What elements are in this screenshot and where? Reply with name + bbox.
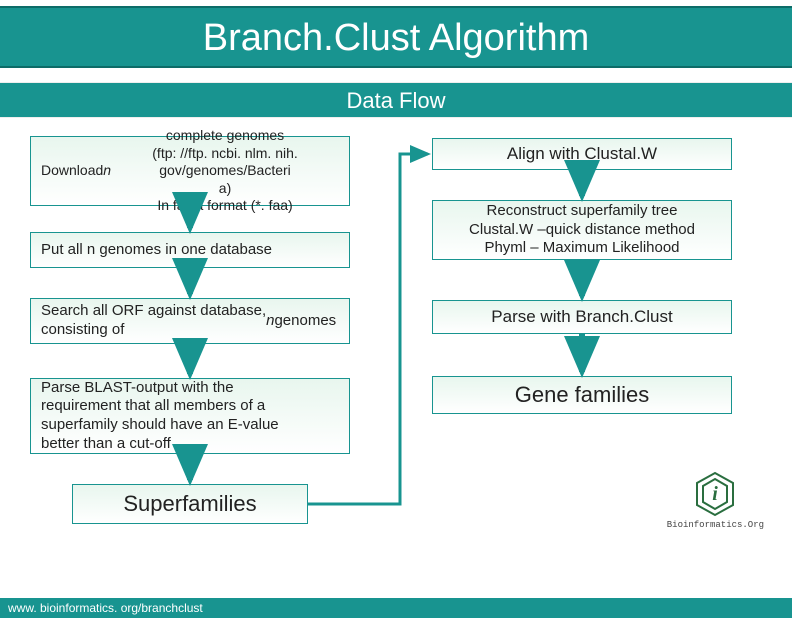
- title-bar: Branch.Clust Algorithm: [0, 6, 792, 68]
- box-put-genomes-db: Put all n genomes in one database: [30, 232, 350, 268]
- diagram-area: Download n complete genomes(ftp: //ftp. …: [0, 118, 792, 558]
- box-download-genomes: Download n complete genomes(ftp: //ftp. …: [30, 136, 350, 206]
- logo-caption: Bioinformatics.Org: [667, 520, 764, 530]
- box-reconstruct-tree: Reconstruct superfamily treeClustal.W –q…: [432, 200, 732, 260]
- box-align-clustalw: Align with Clustal.W: [432, 138, 732, 170]
- footer-bar: www. bioinformatics. org/branchclust: [0, 598, 792, 618]
- page-subtitle: Data Flow: [0, 83, 792, 119]
- svg-text:i: i: [713, 483, 719, 505]
- bioinformatics-logo: i Bioinformatics.Org: [667, 470, 764, 530]
- box-parse-blast: Parse BLAST-output with therequirement t…: [30, 378, 350, 454]
- box-search-orf: Search all ORF against database,consisti…: [30, 298, 350, 344]
- logo-icon: i: [691, 470, 739, 518]
- footer-url: www. bioinformatics. org/branchclust: [8, 601, 203, 615]
- page-title: Branch.Clust Algorithm: [0, 8, 792, 68]
- subtitle-bar: Data Flow: [0, 82, 792, 118]
- box-superfamilies: Superfamilies: [72, 484, 308, 524]
- box-gene-families: Gene families: [432, 376, 732, 414]
- box-parse-branchclust: Parse with Branch.Clust: [432, 300, 732, 334]
